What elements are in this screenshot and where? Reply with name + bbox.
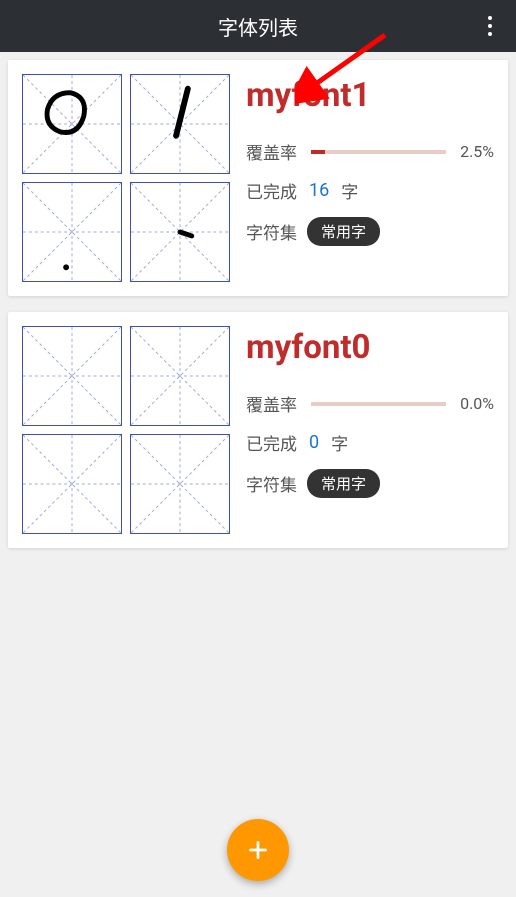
charset-row: 字符集 常用字 <box>246 469 494 498</box>
glyph-cell <box>130 326 230 426</box>
glyph-cell <box>130 74 230 174</box>
app-header: 字体列表 <box>0 0 516 52</box>
glyph-preview-grid <box>22 74 230 282</box>
font-card[interactable]: myfont1 覆盖率 2.5% 已完成 16 字 字符集 常用字 <box>8 60 508 296</box>
completed-label: 已完成 <box>246 430 297 455</box>
coverage-percent: 2.5% <box>460 142 494 161</box>
glyph-preview-grid <box>22 326 230 534</box>
charset-label: 字符集 <box>246 219 297 244</box>
glyph-cell <box>130 434 230 534</box>
completed-label: 已完成 <box>246 178 297 203</box>
overflow-menu-icon[interactable] <box>480 8 500 44</box>
font-info: myfont1 覆盖率 2.5% 已完成 16 字 字符集 常用字 <box>246 74 494 282</box>
font-list: myfont1 覆盖率 2.5% 已完成 16 字 字符集 常用字 <box>0 52 516 572</box>
glyph-cell <box>22 74 122 174</box>
coverage-row: 覆盖率 0.0% <box>246 391 494 416</box>
coverage-progress <box>311 150 446 154</box>
font-name: myfont1 <box>246 76 494 115</box>
completed-count: 16 <box>309 180 329 201</box>
glyph-cell <box>130 182 230 282</box>
completed-row: 已完成 16 字 <box>246 178 494 203</box>
plus-icon <box>245 837 271 863</box>
glyph-cell <box>22 182 122 282</box>
completed-count: 0 <box>309 432 319 453</box>
coverage-percent: 0.0% <box>460 394 494 413</box>
char-unit: 字 <box>331 430 348 455</box>
charset-badge: 常用字 <box>307 217 380 246</box>
font-name: myfont0 <box>246 328 494 367</box>
font-info: myfont0 覆盖率 0.0% 已完成 0 字 字符集 常用字 <box>246 326 494 534</box>
char-unit: 字 <box>341 178 358 203</box>
charset-badge: 常用字 <box>307 469 380 498</box>
glyph-cell <box>22 434 122 534</box>
coverage-label: 覆盖率 <box>246 391 297 416</box>
glyph-cell <box>22 326 122 426</box>
add-font-button[interactable] <box>227 819 289 881</box>
font-card[interactable]: myfont0 覆盖率 0.0% 已完成 0 字 字符集 常用字 <box>8 312 508 548</box>
coverage-label: 覆盖率 <box>246 139 297 164</box>
coverage-row: 覆盖率 2.5% <box>246 139 494 164</box>
completed-row: 已完成 0 字 <box>246 430 494 455</box>
page-title: 字体列表 <box>218 12 298 41</box>
charset-row: 字符集 常用字 <box>246 217 494 246</box>
coverage-progress <box>311 402 446 406</box>
charset-label: 字符集 <box>246 471 297 496</box>
